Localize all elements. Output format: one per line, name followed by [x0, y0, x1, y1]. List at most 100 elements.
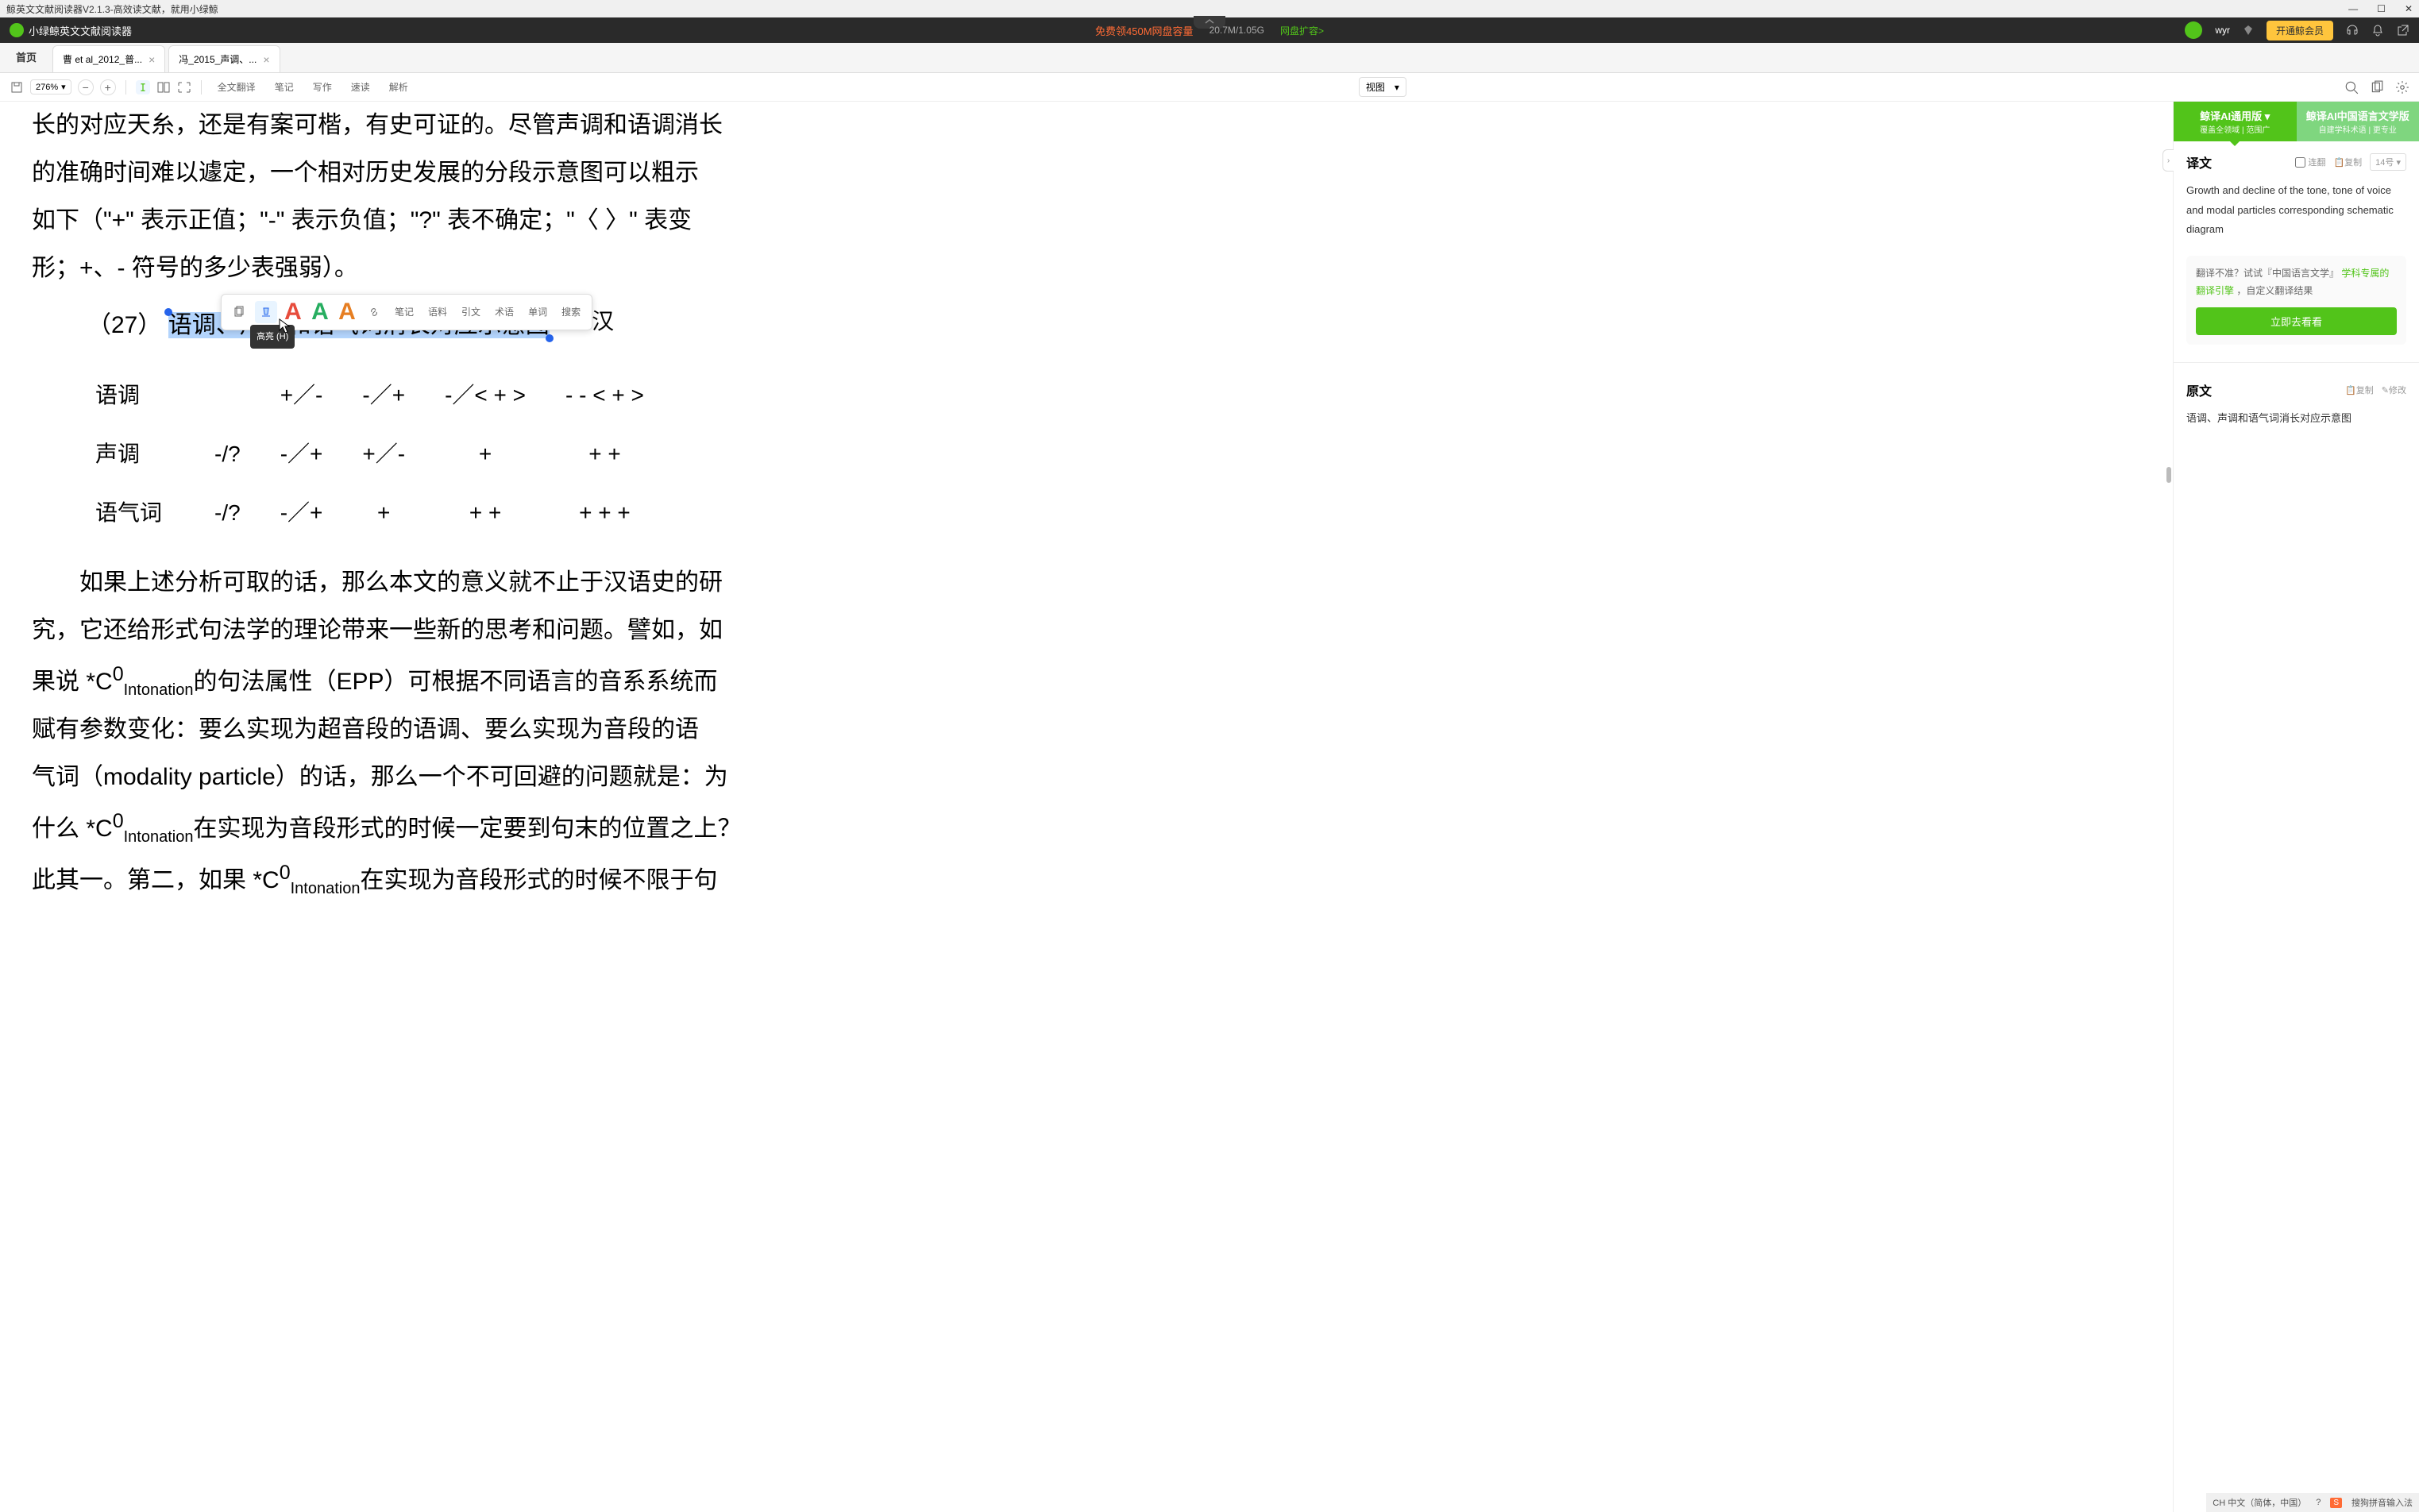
paragraph-text: 气词（modality particle）的话，那么一个不可回避的问题就是：为: [32, 754, 2141, 801]
cell: -/?: [195, 426, 260, 483]
chevron-down-icon: ▾: [1395, 82, 1399, 93]
save-icon[interactable]: [10, 80, 24, 94]
table-row: 语调 +／- -／+ -／< + > - - < + >: [76, 367, 663, 424]
scrollbar-thumb[interactable]: [2166, 467, 2171, 483]
zoom-out-button[interactable]: −: [78, 79, 94, 95]
app-name: 小绿鲸英文文献阅读器: [29, 23, 132, 38]
copy-button[interactable]: 📋复制: [2345, 384, 2374, 396]
paragraph-text: 长的对应天糸，还是有案可楷，有史可证的。尽管声调和语调消长: [32, 102, 2141, 149]
copy-icon[interactable]: [2370, 80, 2384, 94]
document-viewer[interactable]: 长的对应天糸，还是有案可楷，有史可证的。尽管声调和语调消长 的准确时间难以遽定，…: [0, 102, 2173, 1512]
cite-button[interactable]: 引文: [457, 299, 485, 325]
word-button[interactable]: 单词: [523, 299, 552, 325]
bell-icon[interactable]: [2371, 24, 2384, 37]
zoom-select[interactable]: 276% ▾: [30, 79, 71, 94]
paragraph-text: 什么 *C0Intonation在实现为音段形式的时候一定要到句末的位置之上？: [32, 801, 2141, 853]
expand-storage-link[interactable]: 网盘扩容>: [1280, 24, 1324, 37]
term-button[interactable]: 术语: [490, 299, 519, 325]
translation-text: Growth and decline of the tone, tone of …: [2186, 181, 2406, 240]
headset-icon[interactable]: [2346, 24, 2359, 37]
text-cursor-icon[interactable]: [136, 80, 150, 94]
app-header: 小绿鲸英文文献阅读器 免费领450M网盘容量 20.7M/1.05G 网盘扩容>…: [0, 17, 2419, 43]
paragraph-text: 如果上述分析可取的话，那么本文的意义就不止于汉语史的研: [32, 559, 2141, 607]
sogou-icon: S: [2330, 1498, 2342, 1508]
minimize-icon[interactable]: —: [2348, 3, 2358, 14]
copy-button[interactable]: 📋复制: [2333, 156, 2362, 168]
ime-indicator[interactable]: CH 中文（简体，中国）: [2213, 1496, 2306, 1509]
panel-tab-general[interactable]: 鲸译AI通用版 ▾ 覆盖全领域 | 范围广: [2174, 102, 2297, 141]
edit-button[interactable]: ✎修改: [2382, 384, 2406, 396]
text-color-orange[interactable]: A: [336, 301, 358, 323]
font-size-select[interactable]: 14号 ▾: [2370, 153, 2406, 171]
cell: [195, 367, 260, 424]
link-button[interactable]: [363, 301, 385, 323]
separator: [125, 80, 126, 94]
cell: +: [343, 484, 424, 542]
paragraph-text: 究，它还给形式句法学的理论带来一些新的思考和问题。譬如，如: [32, 607, 2141, 654]
highlight-button[interactable]: [255, 301, 277, 323]
full-translate-button[interactable]: 全文翻译: [211, 77, 262, 97]
suggestion-box: 翻译不准？试试『中国语言文学』 学科专属的翻译引擎 ，自定义翻译结果 立即去看看: [2186, 256, 2406, 345]
cell: - - < + >: [546, 367, 663, 424]
tab-home[interactable]: 首页: [0, 41, 52, 72]
selection-toolbar: A A A 笔记 语料 引文 术语 单词 搜索 汉 高亮 (H): [221, 294, 592, 330]
tab-close-icon[interactable]: ×: [149, 53, 155, 66]
help-icon[interactable]: ?: [2316, 1498, 2321, 1507]
analyze-button[interactable]: 解析: [383, 77, 415, 97]
tab-document-1[interactable]: 曹 et al_2012_普... ×: [52, 45, 165, 72]
search-button[interactable]: 搜索: [557, 299, 585, 325]
view-select[interactable]: 视图 ▾: [1359, 77, 1406, 97]
write-button[interactable]: 写作: [307, 77, 338, 97]
close-icon[interactable]: ✕: [2405, 3, 2413, 14]
system-taskbar: CH 中文（简体，中国） ? S 搜狗拼音输入法: [2206, 1493, 2419, 1512]
checkbox[interactable]: [2295, 157, 2305, 168]
zoom-in-button[interactable]: +: [100, 79, 116, 95]
paragraph-text: 的准确时间难以遽定，一个相对历史发展的分段示意图可以粗示: [32, 149, 2141, 197]
column-header: 汉: [592, 299, 614, 344]
selection-handle-end[interactable]: [546, 334, 554, 342]
notes-button[interactable]: 笔记: [268, 77, 300, 97]
document-tabs: 首页 曹 et al_2012_普... × 冯_2015_声调、... ×: [0, 43, 2419, 73]
maximize-icon[interactable]: ☐: [2377, 3, 2386, 14]
storage-usage: 20.7M/1.05G: [1210, 25, 1264, 36]
speed-read-button[interactable]: 速读: [345, 77, 376, 97]
tab-title: 鲸译AI中国语言文学版: [2306, 108, 2409, 123]
cell: -/?: [195, 484, 260, 542]
panel-tab-specialized[interactable]: 鲸译AI中国语言文学版 自建学科术语 | 更专业: [2297, 102, 2419, 141]
selection-handle-start[interactable]: [164, 308, 172, 316]
screenshot-icon[interactable]: [177, 80, 191, 94]
data-table: 语调 +／- -／+ -／< + > - - < + > 声调 -/? -／+ …: [75, 365, 665, 543]
panel-collapse-button[interactable]: ›: [2162, 149, 2174, 172]
promo-link[interactable]: 免费领450M网盘容量: [1095, 23, 1194, 38]
table-row: 语气词 -/? -／+ + + + + + +: [76, 484, 663, 542]
paragraph-text: 此其一。第二，如果 *C0Intonation在实现为音段形式的时候不限于句: [32, 853, 2141, 904]
note-button[interactable]: 笔记: [390, 299, 419, 325]
suggest-text: ，自定义翻译结果: [2236, 285, 2313, 296]
continuous-translate-checkbox[interactable]: 连翻: [2295, 156, 2325, 168]
cell: +／-: [343, 426, 424, 483]
tab-close-icon[interactable]: ×: [263, 53, 269, 66]
external-link-icon[interactable]: [2397, 24, 2409, 37]
cell: + +: [426, 484, 545, 542]
window-titlebar: 鲸英文文献阅读器V2.1.3-高效读文献，就用小绿鲸 — ☐ ✕: [0, 0, 2419, 17]
corpus-button[interactable]: 语料: [423, 299, 452, 325]
chevron-down-icon: ▾: [61, 82, 66, 92]
cta-button[interactable]: 立即去看看: [2196, 307, 2397, 335]
tab-label: 冯_2015_声调、...: [179, 52, 257, 66]
cell: +: [426, 426, 545, 483]
text-color-green[interactable]: A: [309, 301, 331, 323]
cell: -／< + >: [426, 367, 545, 424]
ime-name[interactable]: 搜狗拼音输入法: [2351, 1496, 2413, 1509]
tab-document-2[interactable]: 冯_2015_声调、... ×: [168, 45, 280, 72]
tab-subtitle: 自建学科术语 | 更专业: [2319, 123, 2397, 135]
main-toolbar: 276% ▾ − + 全文翻译 笔记 写作 速读 解析 视图 ▾: [0, 73, 2419, 102]
user-avatar[interactable]: [2185, 21, 2202, 39]
page-layout-icon[interactable]: [156, 80, 171, 94]
settings-icon[interactable]: [2395, 80, 2409, 94]
cell: + + +: [546, 484, 663, 542]
search-icon[interactable]: [2344, 80, 2359, 94]
copy-button[interactable]: [228, 301, 250, 323]
tab-label: 曹 et al_2012_普...: [63, 52, 142, 66]
window-title: 鲸英文文献阅读器V2.1.3-高效读文献，就用小绿鲸: [6, 2, 218, 16]
upgrade-button[interactable]: 开通鲸会员: [2267, 21, 2333, 40]
